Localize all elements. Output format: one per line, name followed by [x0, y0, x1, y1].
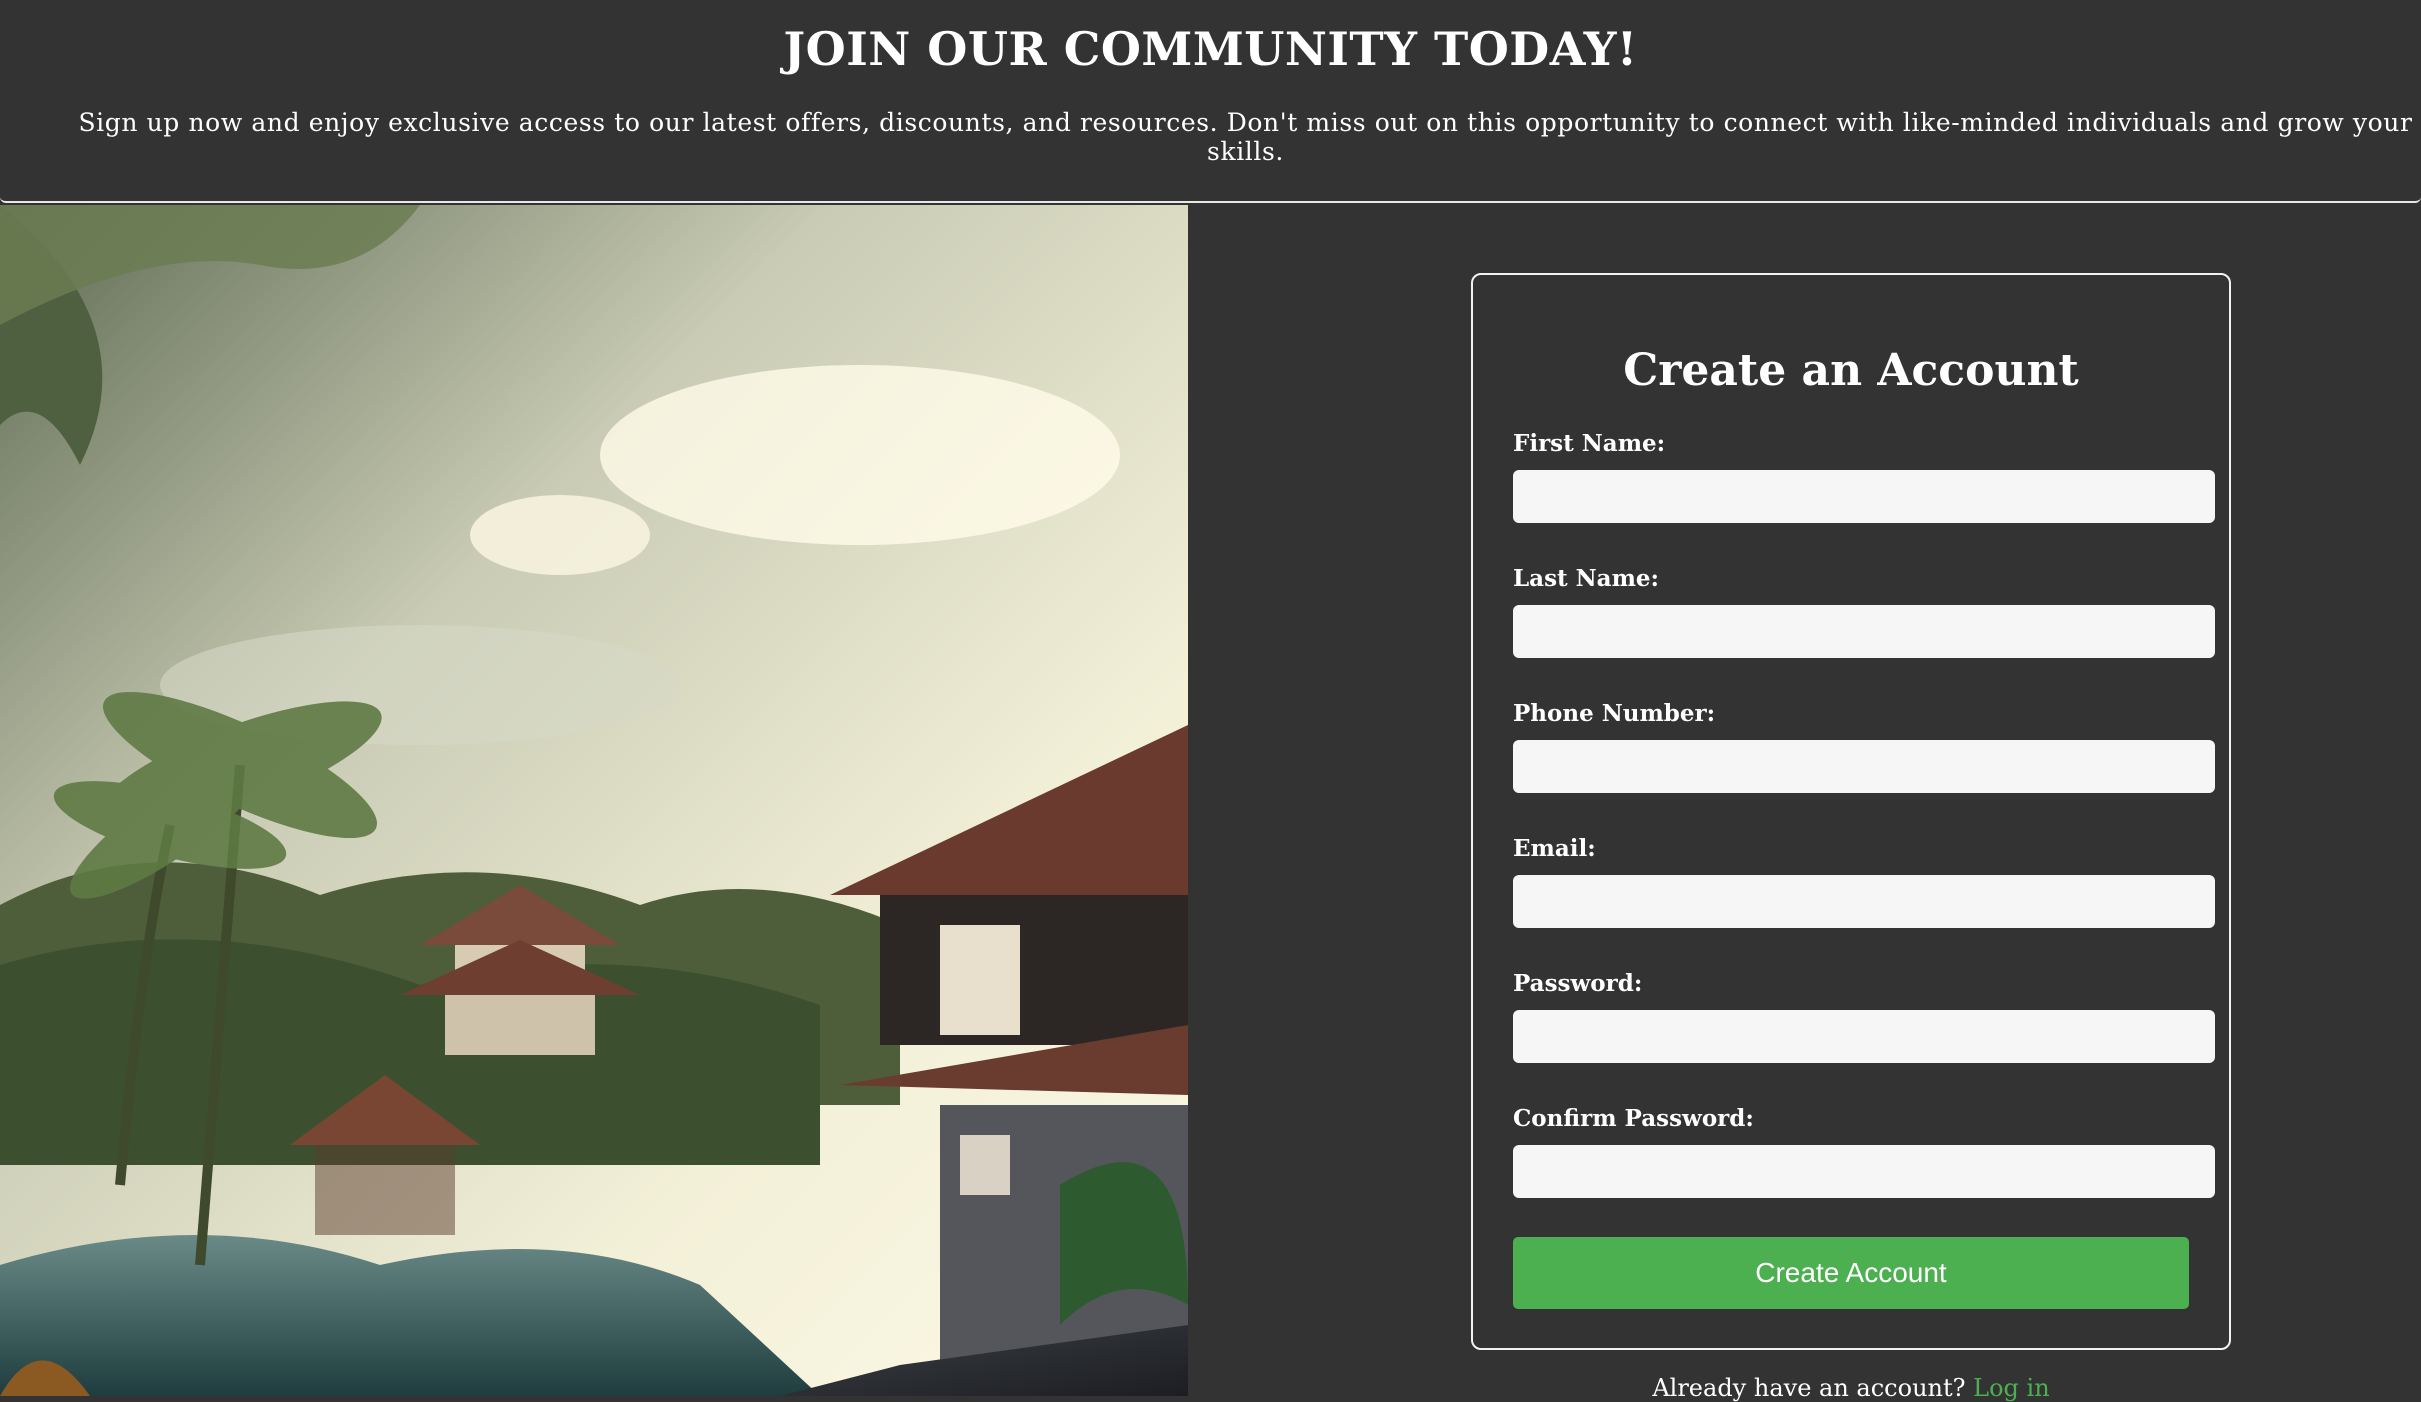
form-title: Create an Account [1623, 345, 2079, 396]
create-account-button[interactable]: Create Account [1513, 1237, 2189, 1309]
page-subtitle: Sign up now and enjoy exclusive access t… [78, 108, 2413, 166]
signup-form: Create an Account First Name: Last Name:… [1471, 273, 2231, 1350]
login-prompt-text: Already have an account? [1652, 1374, 1966, 1402]
first-name-label: First Name: [1513, 430, 1666, 457]
password-label: Password: [1513, 970, 1643, 997]
email-label: Email: [1513, 835, 1596, 862]
password-input[interactable] [1513, 1010, 2215, 1063]
confirm-password-input[interactable] [1513, 1145, 2215, 1198]
first-name-input[interactable] [1513, 470, 2215, 523]
login-prompt: Already have an account? Log in [1471, 1374, 2231, 1402]
last-name-input[interactable] [1513, 605, 2215, 658]
page-title: JOIN OUR COMMUNITY TODAY! [783, 22, 1638, 76]
phone-number-label: Phone Number: [1513, 700, 1716, 727]
page-header: JOIN OUR COMMUNITY TODAY! Sign up now an… [0, 0, 2421, 203]
confirm-password-label: Confirm Password: [1513, 1105, 1754, 1132]
phone-number-input[interactable] [1513, 740, 2215, 793]
last-name-label: Last Name: [1513, 565, 1660, 592]
hero-image [0, 205, 1188, 1396]
login-link[interactable]: Log in [1973, 1374, 2050, 1402]
email-input[interactable] [1513, 875, 2215, 928]
